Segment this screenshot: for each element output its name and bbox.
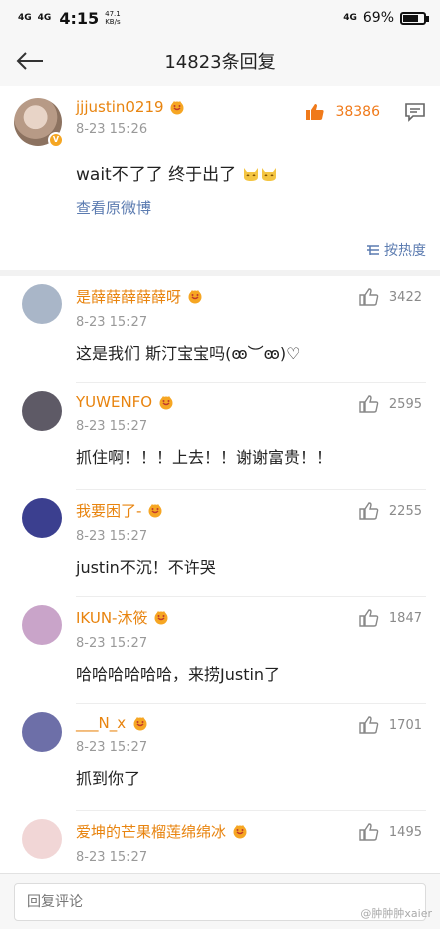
vip-crown-icon xyxy=(154,611,168,625)
vip-crown-icon xyxy=(148,504,162,518)
reply-text: 抓住啊！！！上去！！谢谢富贵！！ xyxy=(76,448,333,467)
username-text: 是薛薛薛薛薛呀 xyxy=(76,288,182,306)
cat-emoji-icon xyxy=(261,168,276,181)
reply-text: justin不沉！不许哭 xyxy=(76,558,216,577)
page-title: 14823条回复 xyxy=(164,52,276,73)
reply-list: 是薛薛薛薛薛呀 8-23 15:27 这是我们 斯汀宝宝吗(ꙭ︶ꙭ)♡ 3422 YUW… xyxy=(0,276,440,918)
status-bar: 4G 4G 4:15 47.1 KB/s 4G 69% xyxy=(0,0,440,36)
avatar[interactable] xyxy=(22,498,62,538)
reply-like-button[interactable]: 3422 xyxy=(359,288,422,306)
sort-label: 按热度 xyxy=(384,243,426,259)
avatar[interactable] xyxy=(22,391,62,431)
network-indicator-2: 4G xyxy=(37,12,52,23)
back-button[interactable] xyxy=(0,36,60,86)
main-comment-time: 8-23 15:26 xyxy=(76,122,148,137)
reply-like-button[interactable]: 2255 xyxy=(359,502,422,520)
vip-crown-icon xyxy=(170,100,184,114)
reply-like-count: 1847 xyxy=(388,610,422,626)
avatar[interactable] xyxy=(22,284,62,324)
reply-item[interactable]: 是薛薛薛薛薛呀 8-23 15:27 这是我们 斯汀宝宝吗(ꙭ︶ꙭ)♡ 3422 xyxy=(0,276,440,383)
verified-badge-icon: V xyxy=(48,132,64,148)
arrow-left-icon xyxy=(16,52,43,70)
main-comment-text-content: wait不了了 终于出了 xyxy=(76,165,237,185)
battery-percent: 69% xyxy=(362,10,394,26)
reply-text: 哈哈哈哈哈哈，来捞Justin了 xyxy=(76,665,281,684)
username-text: 爱坤的芒果榴莲绵绵冰 xyxy=(76,823,227,841)
reply-like-count: 2255 xyxy=(388,503,422,519)
reply-like-button[interactable]: 1847 xyxy=(359,609,422,627)
cat-emoji-icon xyxy=(243,168,258,181)
network-speed: 47.1 KB/s xyxy=(105,10,121,26)
reply-time: 8-23 15:27 xyxy=(76,419,148,434)
status-right: 4G 69% xyxy=(343,10,429,26)
network-indicator-1: 4G xyxy=(18,12,32,23)
thumbs-up-icon[interactable] xyxy=(305,103,325,121)
main-comment-text: wait不了了 终于出了 xyxy=(76,160,426,185)
battery-icon xyxy=(400,11,429,25)
reply-item[interactable]: YUWENFO 8-23 15:27 抓住啊！！！上去！！谢谢富贵！！ 2595 xyxy=(0,383,440,490)
username-text: 我要困了- xyxy=(76,502,142,520)
watermark: @肿肿肿xaier xyxy=(360,907,432,920)
reply-like-button[interactable]: 1701 xyxy=(359,716,422,734)
thumbs-up-icon[interactable] xyxy=(359,502,379,520)
sort-icon xyxy=(366,245,379,255)
thumbs-up-icon[interactable] xyxy=(359,609,379,627)
reply-item[interactable]: 我要困了- 8-23 15:27 justin不沉！不许哭 2255 xyxy=(0,490,440,597)
nav-bar: 14823条回复 xyxy=(0,36,440,86)
reply-text: 这是我们 斯汀宝宝吗(ꙭ︶ꙭ)♡ xyxy=(76,344,301,363)
avatar[interactable] xyxy=(22,605,62,645)
sort-toggle[interactable]: 按热度 xyxy=(14,240,426,260)
reply-like-count: 1495 xyxy=(388,824,422,840)
main-like-count: 38386 xyxy=(335,104,380,120)
reply-like-count: 2595 xyxy=(388,396,422,412)
reply-time: 8-23 15:27 xyxy=(76,315,148,330)
main-comment: V jjjustin0219 8-23 15:26 38386 wait不了了 … xyxy=(0,86,440,270)
thumbs-up-icon[interactable] xyxy=(359,395,379,413)
username-text: ___N_x xyxy=(76,714,127,732)
vip-crown-icon xyxy=(159,395,173,409)
reply-like-count: 1701 xyxy=(388,717,422,733)
avatar[interactable]: V xyxy=(14,98,64,148)
thumbs-up-icon[interactable] xyxy=(359,823,379,841)
reply-like-button[interactable]: 1495 xyxy=(359,823,422,841)
status-left: 4G 4G 4:15 47.1 KB/s xyxy=(18,9,121,28)
reply-item[interactable]: IKUN-沐筱 8-23 15:27 哈哈哈哈哈哈，来捞Justin了 1847 xyxy=(0,597,440,704)
reply-like-count: 3422 xyxy=(388,289,422,305)
vip-crown-icon xyxy=(188,290,202,304)
reply-time: 8-23 15:27 xyxy=(76,529,148,544)
status-time: 4:15 xyxy=(59,8,100,28)
battery-fill xyxy=(403,14,419,22)
vip-crown-icon xyxy=(133,716,147,730)
username-text: jjjustin0219 xyxy=(76,98,164,116)
username-text: IKUN-沐筱 xyxy=(76,609,148,627)
bottom-bar: @肿肿肿xaier xyxy=(0,873,440,929)
reply-time: 8-23 15:27 xyxy=(76,740,148,755)
reply-item[interactable]: ___N_x 8-23 15:27 抓到你了 1701 xyxy=(0,704,440,811)
main-comment-actions: 38386 xyxy=(305,102,426,122)
avatar[interactable] xyxy=(22,712,62,752)
network-speed-unit: KB/s xyxy=(105,18,121,26)
thumbs-up-icon[interactable] xyxy=(359,716,379,734)
network-indicator-right: 4G xyxy=(343,12,357,23)
avatar[interactable] xyxy=(22,819,62,859)
reply-time: 8-23 15:27 xyxy=(76,850,148,865)
view-original-link[interactable]: 查看原微博 xyxy=(76,197,426,218)
reply-like-button[interactable]: 2595 xyxy=(359,395,422,413)
thumbs-up-icon[interactable] xyxy=(359,288,379,306)
reply-text: 抓到你了 xyxy=(76,769,141,788)
network-speed-value: 47.1 xyxy=(105,10,121,18)
vip-crown-icon xyxy=(233,825,247,839)
reply-time: 8-23 15:27 xyxy=(76,636,148,651)
comment-icon[interactable] xyxy=(404,102,426,122)
username-text: YUWENFO xyxy=(76,393,153,411)
